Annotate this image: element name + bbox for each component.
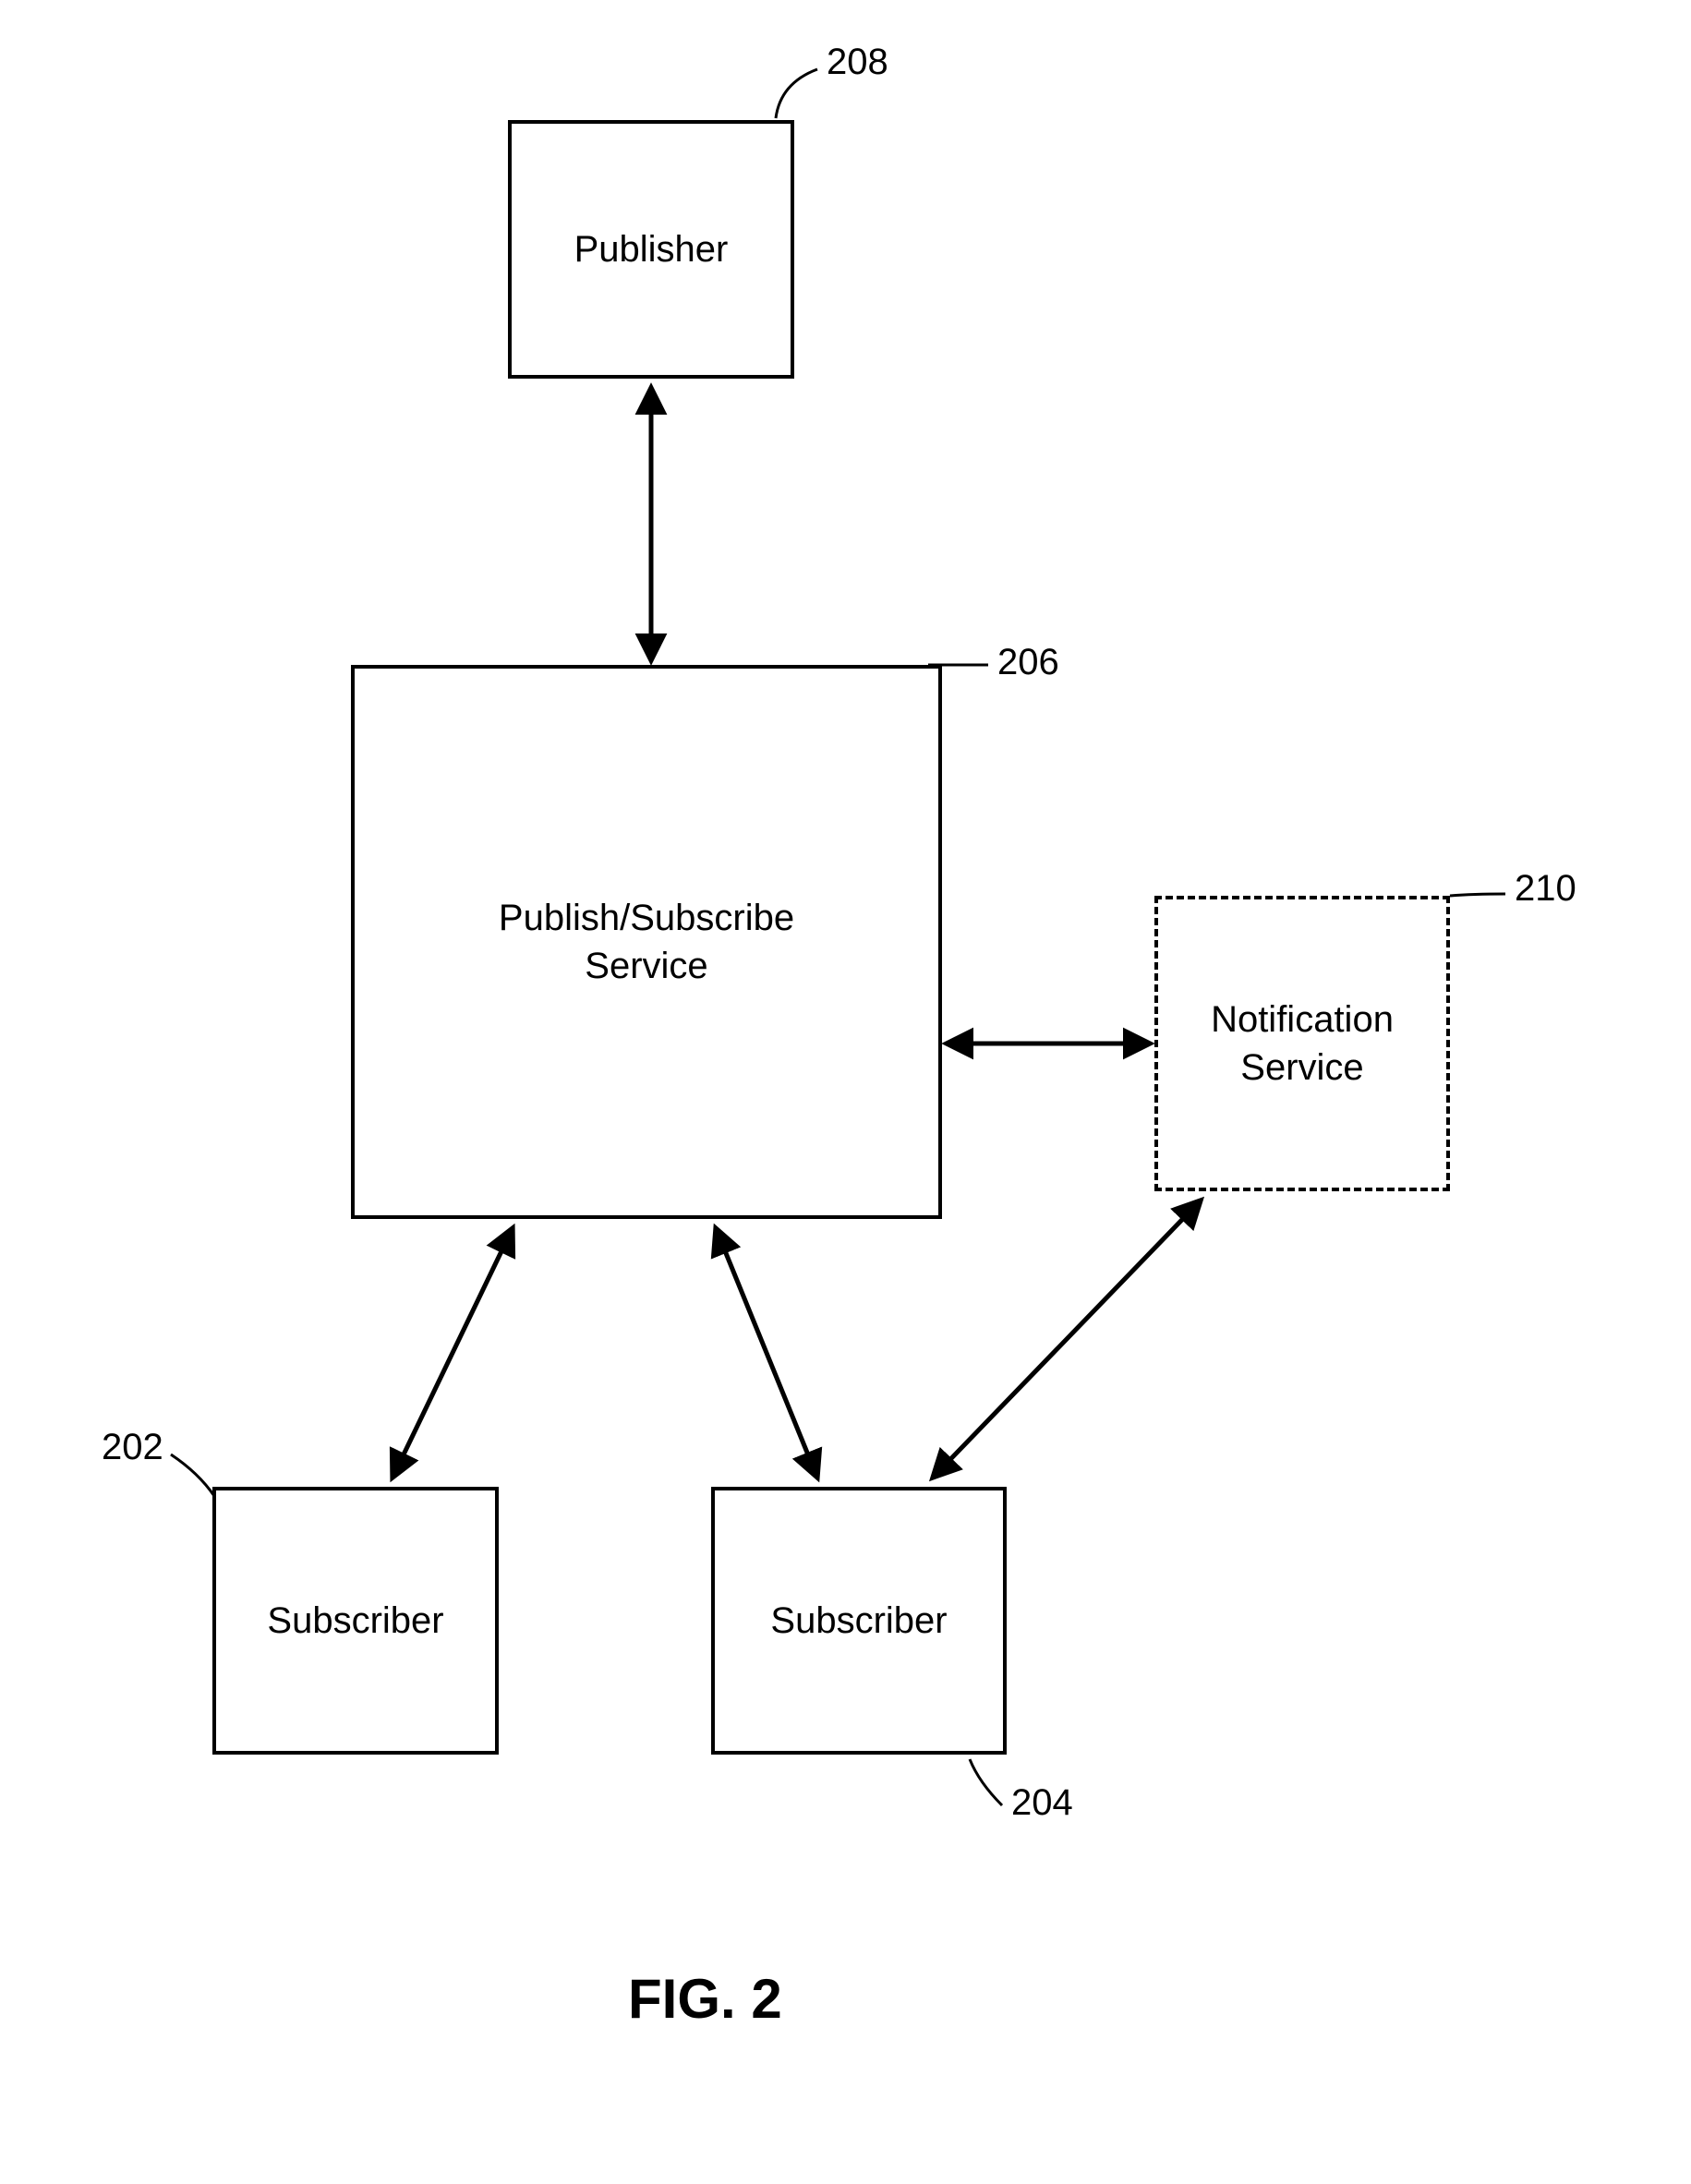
leader-210	[1450, 894, 1505, 896]
notification-box: Notification Service	[1154, 896, 1450, 1191]
publisher-ref: 208	[827, 42, 888, 83]
service-label: Publish/Subscribe Service	[499, 894, 794, 990]
service-box: Publish/Subscribe Service	[351, 665, 942, 1219]
subscriber2-label: Subscriber	[770, 1597, 947, 1645]
leader-208	[776, 69, 817, 118]
service-ref: 206	[997, 642, 1059, 683]
subscriber1-ref: 202	[102, 1427, 163, 1468]
subscriber2-ref: 204	[1011, 1782, 1073, 1824]
subscriber1-box: Subscriber	[212, 1487, 499, 1755]
publisher-label: Publisher	[574, 225, 729, 273]
notification-ref: 210	[1515, 868, 1576, 910]
diagram-canvas: Publisher Publish/Subscribe Service Noti…	[0, 0, 1691, 2184]
subscriber2-box: Subscriber	[711, 1487, 1007, 1755]
leader-204	[970, 1759, 1002, 1805]
figure-caption: FIG. 2	[628, 1967, 782, 2031]
leader-202	[171, 1454, 214, 1496]
publisher-box: Publisher	[508, 120, 794, 379]
conn-service-subscriber1	[393, 1228, 513, 1478]
conn-service-subscriber2	[716, 1228, 817, 1478]
subscriber1-label: Subscriber	[267, 1597, 443, 1645]
notification-label: Notification Service	[1211, 995, 1394, 1092]
conn-notification-subscriber2	[933, 1201, 1201, 1478]
